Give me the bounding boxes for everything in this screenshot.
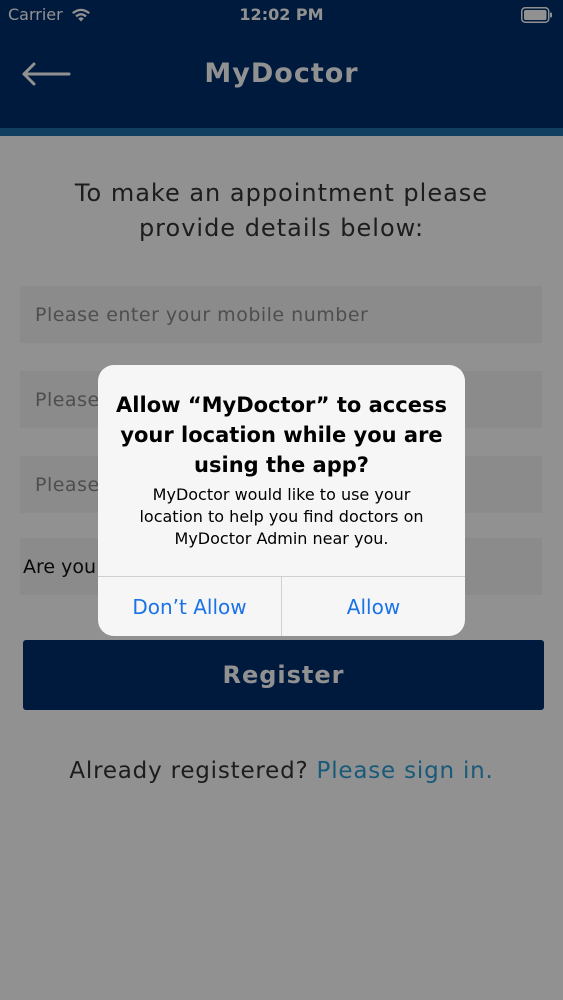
alert-message: MyDoctor would like to use your location… bbox=[139, 485, 424, 548]
alert-title: Allow “MyDoctor” to access your location… bbox=[116, 393, 447, 477]
app-screen: Carrier 12:02 PM MyDoctor To make an app… bbox=[0, 0, 563, 1000]
location-permission-alert: Allow “MyDoctor” to access your location… bbox=[98, 365, 465, 636]
alert-actions: Don’t Allow Allow bbox=[98, 576, 465, 636]
dont-allow-button[interactable]: Don’t Allow bbox=[98, 577, 281, 636]
allow-button[interactable]: Allow bbox=[282, 577, 465, 636]
